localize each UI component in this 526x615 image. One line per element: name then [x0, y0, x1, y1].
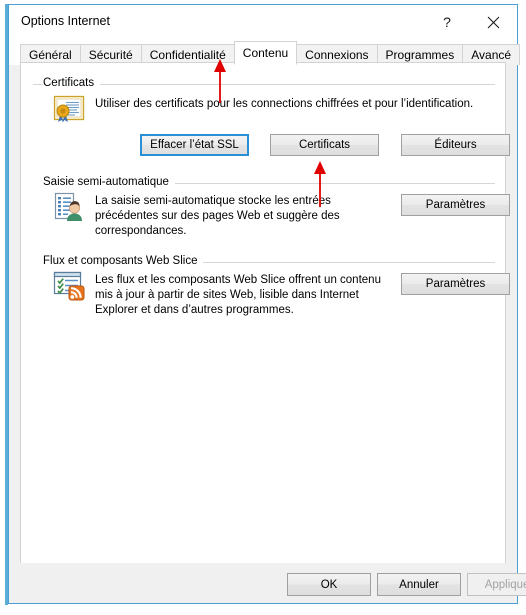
dialog-footer: OK Annuler Appliquer — [9, 563, 526, 603]
certificats-description: Utiliser des certificats pour les connec… — [95, 98, 474, 110]
help-glyph: ? — [443, 14, 451, 30]
effacer-etat-ssl-button[interactable]: Effacer l’état SSL — [140, 134, 249, 156]
window-title: Options Internet — [21, 14, 110, 28]
web-slice-parametres-button[interactable]: Paramètres — [401, 273, 510, 295]
title-bar: Options Internet ? — [9, 5, 517, 39]
web-slice-description: Les flux et les composants Web Slice off… — [95, 274, 381, 316]
saisie-parametres-button[interactable]: Paramètres — [401, 194, 510, 216]
group-web-slice-title: Flux et composants Web Slice — [43, 255, 204, 267]
group-saisie-semi-automatique: Saisie semi-automatique La saisie semi-a… — [33, 176, 510, 237]
editeurs-button[interactable]: Éditeurs — [401, 134, 510, 156]
cancel-button[interactable]: Annuler — [377, 573, 461, 596]
ok-button[interactable]: OK — [287, 573, 371, 596]
close-icon[interactable] — [471, 5, 515, 39]
group-saisie-title: Saisie semi-automatique — [43, 176, 175, 188]
tab-contenu[interactable]: Contenu — [233, 41, 298, 65]
group-web-slice-rule — [191, 262, 495, 263]
certificate-icon — [53, 94, 85, 129]
group-certificats: Certificats Utiliser des certificats pou… — [33, 77, 510, 156]
options-internet-dialog: Options Internet ? Général Sécurité Conf… — [5, 4, 526, 605]
arrow-to-contenu-tab — [214, 59, 226, 103]
autocomplete-icon — [53, 192, 83, 227]
group-certificats-title: Certificats — [43, 77, 101, 89]
feed-icon — [53, 271, 85, 306]
group-web-slice-header: Flux et composants Web Slice — [33, 255, 495, 269]
arrow-to-certificats-button — [314, 161, 326, 207]
help-icon[interactable]: ? — [425, 5, 469, 39]
group-web-slice: Flux et composants Web Slice Les flux et… — [33, 255, 510, 316]
group-certificats-rule — [33, 84, 495, 85]
certificats-button[interactable]: Certificats — [270, 134, 379, 156]
group-certificats-header: Certificats — [33, 77, 495, 91]
apply-button: Appliquer — [467, 573, 526, 596]
saisie-description: La saisie semi-automatique stocke les en… — [95, 195, 340, 237]
tab-content-panel: Certificats Utiliser des certificats pou… — [20, 62, 510, 565]
group-saisie-header: Saisie semi-automatique — [33, 176, 495, 190]
